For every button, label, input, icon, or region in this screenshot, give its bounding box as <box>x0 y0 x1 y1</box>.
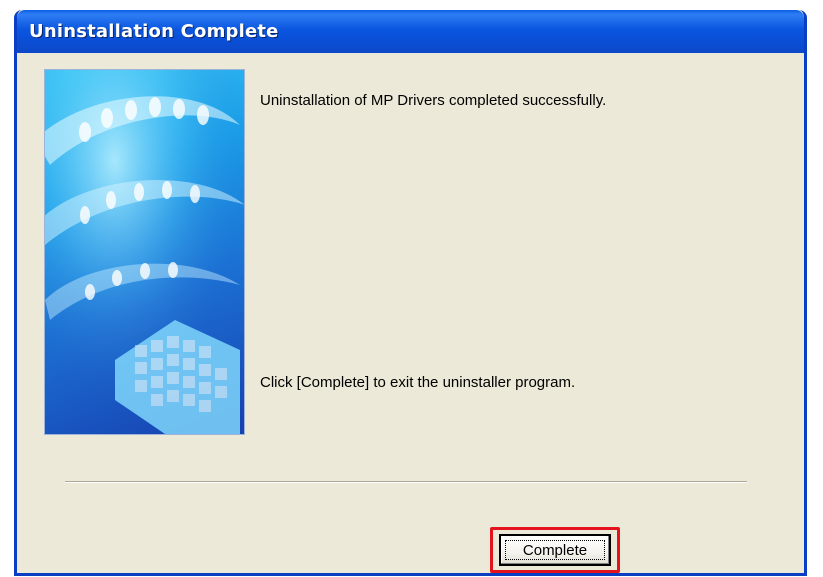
completion-message: Uninstallation of MP Drivers completed s… <box>260 92 607 109</box>
dialog-window: Uninstallation Complete Uninstallation o… <box>14 10 807 576</box>
complete-button[interactable]: Complete <box>499 534 611 566</box>
product-banner-image <box>44 69 245 435</box>
exit-instruction: Click [Complete] to exit the uninstaller… <box>260 374 576 391</box>
footer-divider <box>65 481 747 483</box>
window-title: Uninstallation Complete <box>29 21 279 42</box>
dialog-body: Uninstallation of MP Drivers completed s… <box>17 53 804 573</box>
title-bar[interactable]: Uninstallation Complete <box>17 10 804 53</box>
complete-button-label: Complete <box>505 540 605 560</box>
